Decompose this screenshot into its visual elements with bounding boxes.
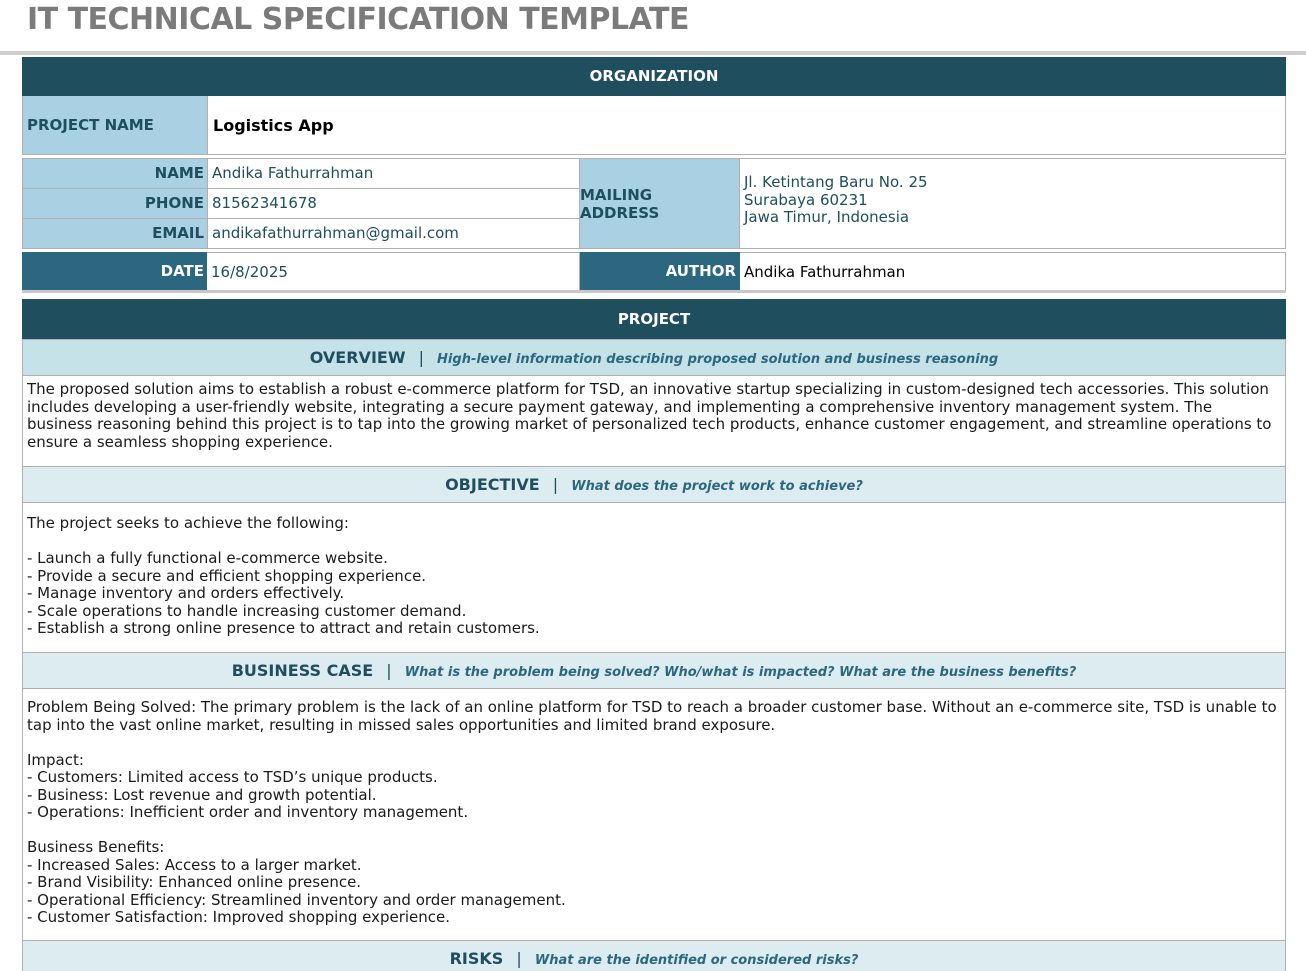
objective-body[interactable]: The project seeks to achieve the followi… (23, 503, 1285, 652)
name-label: NAME (23, 159, 208, 188)
organization-section: ORGANIZATION PROJECT NAME Logistics App … (22, 57, 1286, 293)
project-name-field[interactable]: Logistics App (208, 96, 1285, 154)
date-field[interactable]: 16/8/2025 (207, 252, 580, 290)
document-title: IT TECHNICAL SPECIFICATION TEMPLATE (27, 2, 689, 37)
project-name-label: PROJECT NAME (23, 96, 208, 154)
mailing-address-field[interactable]: Jl. Ketintang Baru No. 25 Surabaya 60231… (740, 159, 1285, 248)
risks-description: What are the identified or considered ri… (534, 953, 859, 968)
objective-title: OBJECTIVE (445, 475, 540, 494)
business-case-header: BUSINESS CASE | What is the problem bein… (23, 652, 1285, 689)
title-divider (0, 51, 1306, 55)
author-field[interactable]: Andika Fathurrahman (740, 252, 1286, 290)
business-case-separator: | (386, 661, 392, 680)
contact-block: NAME Andika Fathurrahman PHONE 815623416… (22, 158, 1286, 249)
risks-title: RISKS (449, 949, 504, 968)
mailing-address-label: MAILING ADDRESS (580, 159, 740, 248)
email-row: EMAIL andikafathurrahman@gmail.com (23, 219, 579, 248)
spec-page: IT TECHNICAL SPECIFICATION TEMPLATE ORGA… (0, 0, 1306, 971)
project-section: PROJECT OVERVIEW | High-level informatio… (22, 299, 1286, 971)
author-label: AUTHOR (580, 252, 740, 290)
date-author-row: DATE 16/8/2025 AUTHOR Andika Fathurrahma… (22, 252, 1286, 293)
business-case-title: BUSINESS CASE (231, 661, 374, 680)
contact-details: NAME Andika Fathurrahman PHONE 815623416… (22, 158, 580, 249)
email-field[interactable]: andikafathurrahman@gmail.com (208, 219, 579, 248)
overview-body[interactable]: The proposed solution aims to establish … (23, 376, 1285, 466)
project-name-row: PROJECT NAME Logistics App (22, 96, 1286, 155)
business-case-body[interactable]: Problem Being Solved: The primary proble… (23, 689, 1285, 940)
organization-header: ORGANIZATION (22, 57, 1286, 96)
business-case-description: What is the problem being solved? Who/wh… (404, 665, 1077, 680)
phone-row: PHONE 81562341678 (23, 189, 579, 219)
objective-separator: | (552, 475, 559, 494)
objective-header: OBJECTIVE | What does the project work t… (23, 466, 1285, 503)
objective-description: What does the project work to achieve? (571, 479, 863, 494)
phone-label: PHONE (23, 189, 208, 218)
name-field[interactable]: Andika Fathurrahman (208, 159, 579, 188)
overview-header: OVERVIEW | High-level information descri… (23, 339, 1285, 376)
overview-description: High-level information describing propos… (437, 352, 999, 367)
overview-separator: | (418, 348, 424, 367)
overview-title: OVERVIEW (309, 348, 406, 367)
email-label: EMAIL (23, 219, 208, 248)
mailing-address-block: MAILING ADDRESS Jl. Ketintang Baru No. 2… (580, 158, 1286, 249)
project-header: PROJECT (22, 299, 1286, 339)
date-label: DATE (22, 252, 207, 290)
risks-separator: | (516, 949, 522, 968)
name-row: NAME Andika Fathurrahman (23, 159, 579, 189)
risks-header: RISKS | What are the identified or consi… (23, 940, 1285, 971)
phone-field[interactable]: 81562341678 (208, 189, 579, 218)
